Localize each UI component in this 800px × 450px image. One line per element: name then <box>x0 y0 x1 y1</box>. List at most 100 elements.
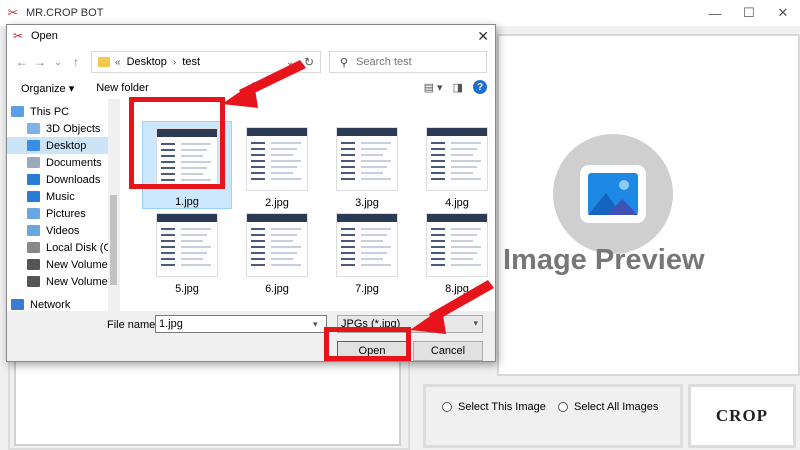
app-titlebar: ✂ MR.CROP BOT — ☐ ✕ <box>0 0 800 26</box>
resume-image-icon <box>336 127 398 191</box>
dialog-titlebar: ✂ Open ✕ <box>7 25 495 47</box>
nav-item-label: Documents <box>46 156 102 169</box>
scissors-icon: ✂ <box>7 5 19 20</box>
file-thumbnail[interactable]: 7.jpg <box>322 207 412 295</box>
nav-item[interactable]: This PC <box>7 103 119 120</box>
nav-item-label: Pictures <box>46 207 86 220</box>
maximize-button[interactable]: ☐ <box>732 0 766 26</box>
navigation-pane: This PC 3D Objects Desktop Documents Downloa… <box>7 99 119 311</box>
file-name: 6.jpg <box>265 283 289 295</box>
music-icon <box>27 191 40 202</box>
scissors-icon: ✂ <box>13 29 24 43</box>
organize-button[interactable]: Organize ▾ <box>21 82 74 95</box>
breadcrumb-overflow[interactable]: « <box>115 57 121 68</box>
forward-arrow-icon[interactable]: → <box>31 55 49 69</box>
view-options-icon[interactable]: ▤ ▾ <box>424 81 443 94</box>
desktop-icon <box>27 140 40 151</box>
image-preview-label: Image Preview <box>503 244 705 276</box>
nav-item-label: New Volume ( <box>46 275 115 288</box>
dialog-toolbar: Organize ▾ New folder ▤ ▾ ◨ ? <box>7 77 495 99</box>
search-input[interactable]: ⚲ Search test <box>329 51 487 73</box>
nav-item[interactable]: 3D Objects <box>7 120 119 137</box>
nav-item[interactable]: Desktop <box>7 137 119 154</box>
nav-item-label: 3D Objects <box>46 122 101 135</box>
app-window: ✂ MR.CROP BOT — ☐ ✕ Image Preview Select… <box>0 0 800 450</box>
file-thumbnail[interactable]: 6.jpg <box>232 207 322 295</box>
address-bar[interactable]: « Desktop › test ⌄ ↻ <box>91 51 321 73</box>
nav-item[interactable]: Downloads <box>7 171 119 188</box>
help-icon[interactable]: ? <box>473 80 487 94</box>
nav-item[interactable]: Documents <box>7 154 119 171</box>
nav-item[interactable]: Local Disk (C:) <box>7 239 119 256</box>
nav-item[interactable]: Music <box>7 188 119 205</box>
file-thumbnail[interactable]: 3.jpg <box>322 121 412 209</box>
nav-item-label: Network <box>30 298 71 311</box>
nav-item-label: New Volume ( <box>46 258 115 271</box>
resume-image-icon <box>426 127 488 191</box>
file-name: 7.jpg <box>355 283 379 295</box>
file-thumbnail[interactable]: 2.jpg <box>232 121 322 209</box>
up-arrow-icon[interactable]: ↑ <box>67 55 85 69</box>
search-icon: ⚲ <box>340 56 349 69</box>
computer-icon <box>11 106 24 117</box>
nav-item[interactable]: Network <box>7 296 119 311</box>
file-name-input[interactable]: 1.jpg <box>155 315 327 333</box>
image-preview-panel: Image Preview <box>497 34 800 376</box>
breadcrumb-test[interactable]: test <box>182 56 200 68</box>
breadcrumb-separator-icon: › <box>172 56 177 68</box>
nav-item-label: This PC <box>30 105 70 118</box>
radio-select-all-images[interactable]: Select All Images <box>558 401 658 413</box>
radio-circle-icon <box>442 402 452 412</box>
drive-icon <box>27 259 40 270</box>
nav-item[interactable]: Pictures <box>7 205 119 222</box>
resume-image-icon <box>246 127 308 191</box>
close-button[interactable]: ✕ <box>766 0 800 26</box>
document-icon <box>27 157 40 168</box>
open-file-dialog: ✂ Open ✕ ← → ⌄ ↑ « Desktop › test ⌄ ↻ ⚲ … <box>6 24 496 362</box>
highlight-box-open <box>324 327 411 361</box>
file-thumbnail[interactable]: 8.jpg <box>412 207 502 295</box>
nav-item-label: Videos <box>46 224 80 237</box>
selection-options: Select This Image Select All Images <box>423 384 683 448</box>
app-title: MR.CROP BOT <box>26 7 104 19</box>
nav-item[interactable]: New Volume ( <box>7 273 119 290</box>
nav-item-label: Music <box>46 190 75 203</box>
disk-icon <box>27 242 40 253</box>
recent-dropdown-icon[interactable]: ⌄ <box>49 57 67 68</box>
radio-select-this-image[interactable]: Select This Image <box>442 401 546 413</box>
download-icon <box>27 174 40 185</box>
dialog-close-button[interactable]: ✕ <box>477 28 489 45</box>
preview-pane-icon[interactable]: ◨ <box>453 81 463 94</box>
file-name-label: File name: <box>107 319 159 331</box>
breadcrumb-desktop[interactable]: Desktop <box>127 56 167 68</box>
cube-icon <box>27 123 40 134</box>
dialog-title: Open <box>31 30 58 42</box>
left-list-panel <box>14 350 401 446</box>
nav-item[interactable]: New Volume ( <box>7 256 119 273</box>
image-placeholder-icon <box>553 134 673 254</box>
file-thumbnail[interactable]: 4.jpg <box>412 121 502 209</box>
file-thumbnail[interactable]: 5.jpg <box>142 207 232 295</box>
folder-icon <box>98 57 110 67</box>
cancel-button[interactable]: Cancel <box>413 341 483 361</box>
address-dropdown-icon[interactable]: ⌄ <box>286 57 294 68</box>
crop-button[interactable]: CROP <box>688 384 796 448</box>
refresh-icon[interactable]: ↻ <box>304 55 314 69</box>
new-folder-button[interactable]: New folder <box>96 82 149 94</box>
radio-label: Select All Images <box>574 401 659 413</box>
radio-circle-icon <box>558 402 568 412</box>
nav-item-label: Desktop <box>46 139 87 152</box>
back-arrow-icon[interactable]: ← <box>13 55 31 69</box>
resume-image-icon <box>426 213 488 277</box>
nav-item[interactable]: Videos <box>7 222 119 239</box>
minimize-button[interactable]: — <box>698 0 732 26</box>
file-name: 8.jpg <box>445 283 469 295</box>
file-name: 5.jpg <box>175 283 199 295</box>
dialog-navbar: ← → ⌄ ↑ « Desktop › test ⌄ ↻ ⚲ Search te… <box>7 47 495 77</box>
drive-icon <box>27 276 40 287</box>
resume-image-icon <box>246 213 308 277</box>
file-name-dropdown-icon[interactable]: ▾ <box>313 319 318 330</box>
search-placeholder: Search test <box>356 56 412 68</box>
nav-scrollbar[interactable] <box>108 99 119 311</box>
pictures-icon <box>27 208 40 219</box>
